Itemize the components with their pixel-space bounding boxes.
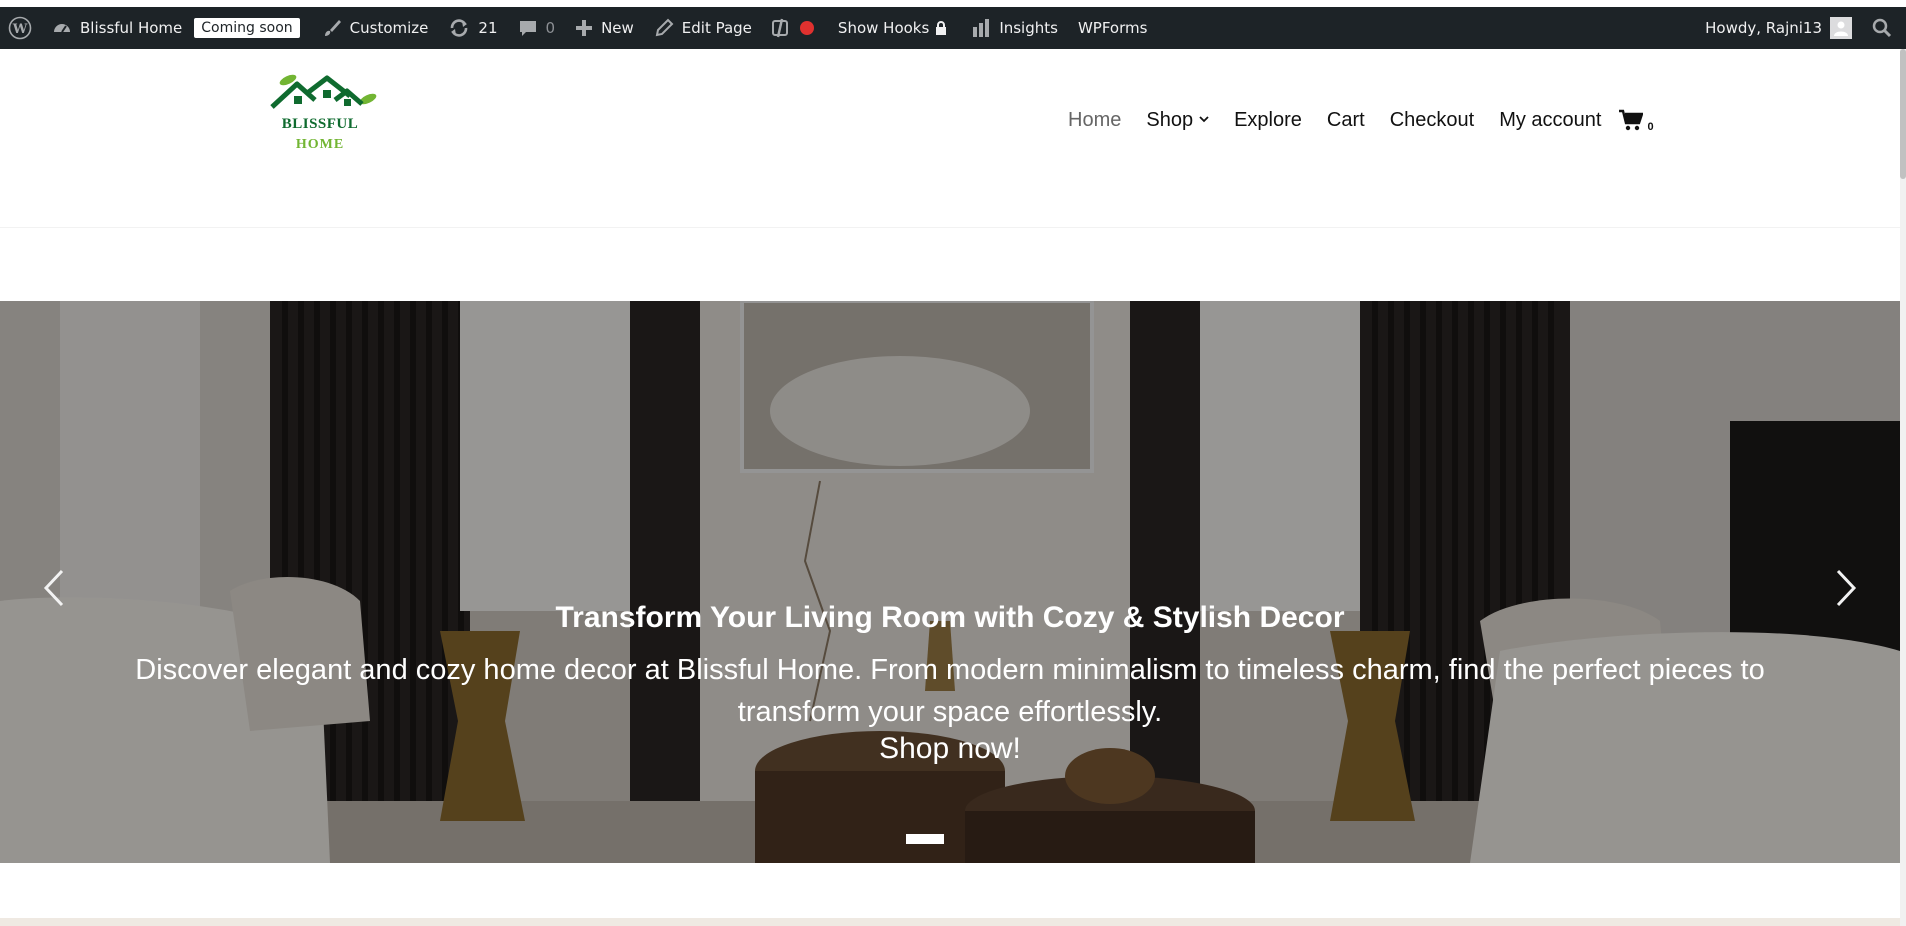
dashboard-icon [52, 18, 72, 38]
show-hooks-label: Show Hooks [837, 19, 930, 37]
insights-link[interactable]: Insights [957, 7, 1068, 49]
bar-chart-icon [971, 18, 991, 38]
yoast-icon [771, 18, 792, 38]
hero-description: Discover elegant and cozy home decor at … [135, 654, 1765, 728]
coming-soon-badge[interactable]: Coming soon [194, 18, 300, 38]
seo-status-dot [799, 21, 814, 35]
cart-icon [1619, 109, 1644, 131]
header-cart[interactable]: 0 [1619, 109, 1658, 133]
admin-bar: W Blissful Home Coming soon Customize 21 [0, 7, 1906, 49]
yoast-seo-menu[interactable] [762, 7, 824, 49]
nav-checkout[interactable]: Checkout [1390, 109, 1475, 132]
site-logo[interactable]: BLISSFUL HOME [270, 72, 380, 156]
logo-text-blissful: BLISSFUL [281, 116, 359, 132]
wordpress-logo-menu[interactable]: W [0, 7, 42, 49]
slider-pagination-dot[interactable] [906, 834, 944, 844]
pencil-icon [654, 18, 674, 38]
search-icon [1872, 18, 1892, 38]
comment-icon [518, 18, 538, 38]
wpforms-link[interactable]: WPForms [1068, 7, 1157, 49]
hero-title: Transform Your Living Room with Cozy & S… [555, 601, 1345, 634]
page-scrollbar[interactable] [1900, 49, 1906, 926]
chevron-down-icon [1199, 114, 1209, 126]
top-strip [0, 0, 1906, 7]
admin-search[interactable] [1862, 7, 1906, 49]
new-content-menu[interactable]: New [565, 7, 644, 49]
plus-icon [575, 19, 593, 37]
updates-count: 21 [478, 19, 498, 37]
lock-icon [935, 21, 947, 35]
avatar [1830, 17, 1852, 39]
new-label: New [601, 19, 634, 37]
next-section-edge [0, 918, 1900, 926]
nav-home[interactable]: Home [1068, 109, 1121, 132]
my-account-menu[interactable]: Howdy, Rajni13 [1695, 7, 1862, 49]
wpforms-label: WPForms [1077, 19, 1148, 37]
house-logo-icon [270, 74, 377, 109]
comments-count: 0 [545, 19, 556, 37]
edit-page-link[interactable]: Edit Page [644, 7, 762, 49]
nav-shop[interactable]: Shop [1146, 109, 1209, 132]
insights-label: Insights [999, 19, 1058, 37]
site-name-menu[interactable]: Blissful Home Coming soon [42, 7, 312, 49]
customize-link[interactable]: Customize [312, 7, 439, 49]
howdy-label: Howdy, Rajni13 [1705, 19, 1822, 37]
updates-link[interactable]: 21 [438, 7, 507, 49]
comments-link[interactable]: 0 [508, 7, 566, 49]
shop-now-link[interactable]: Shop now! [0, 732, 1900, 766]
logo-text-home: HOME [295, 137, 345, 152]
wordpress-icon: W [8, 16, 32, 40]
hero-overlay [0, 301, 1900, 863]
scrollbar-thumb[interactable] [1900, 49, 1906, 179]
main-navigation: Home Shop Explore Cart Checkout My accou… [1068, 108, 1658, 133]
svg-text:W: W [12, 22, 28, 37]
edit-page-label: Edit Page [681, 19, 752, 37]
cart-count-badge: 0 [1643, 121, 1658, 133]
nav-my-account[interactable]: My account [1499, 109, 1601, 132]
show-hooks-link[interactable]: Show Hooks [824, 7, 957, 49]
site-name-label: Blissful Home [80, 19, 183, 37]
nav-shop-label: Shop [1146, 108, 1194, 131]
customize-label: Customize [349, 19, 429, 37]
refresh-icon [448, 18, 470, 38]
hero-slider: Transform Your Living Room with Cozy & S… [0, 301, 1900, 863]
brush-icon [322, 18, 342, 38]
nav-explore[interactable]: Explore [1234, 109, 1302, 132]
nav-cart[interactable]: Cart [1327, 109, 1365, 132]
